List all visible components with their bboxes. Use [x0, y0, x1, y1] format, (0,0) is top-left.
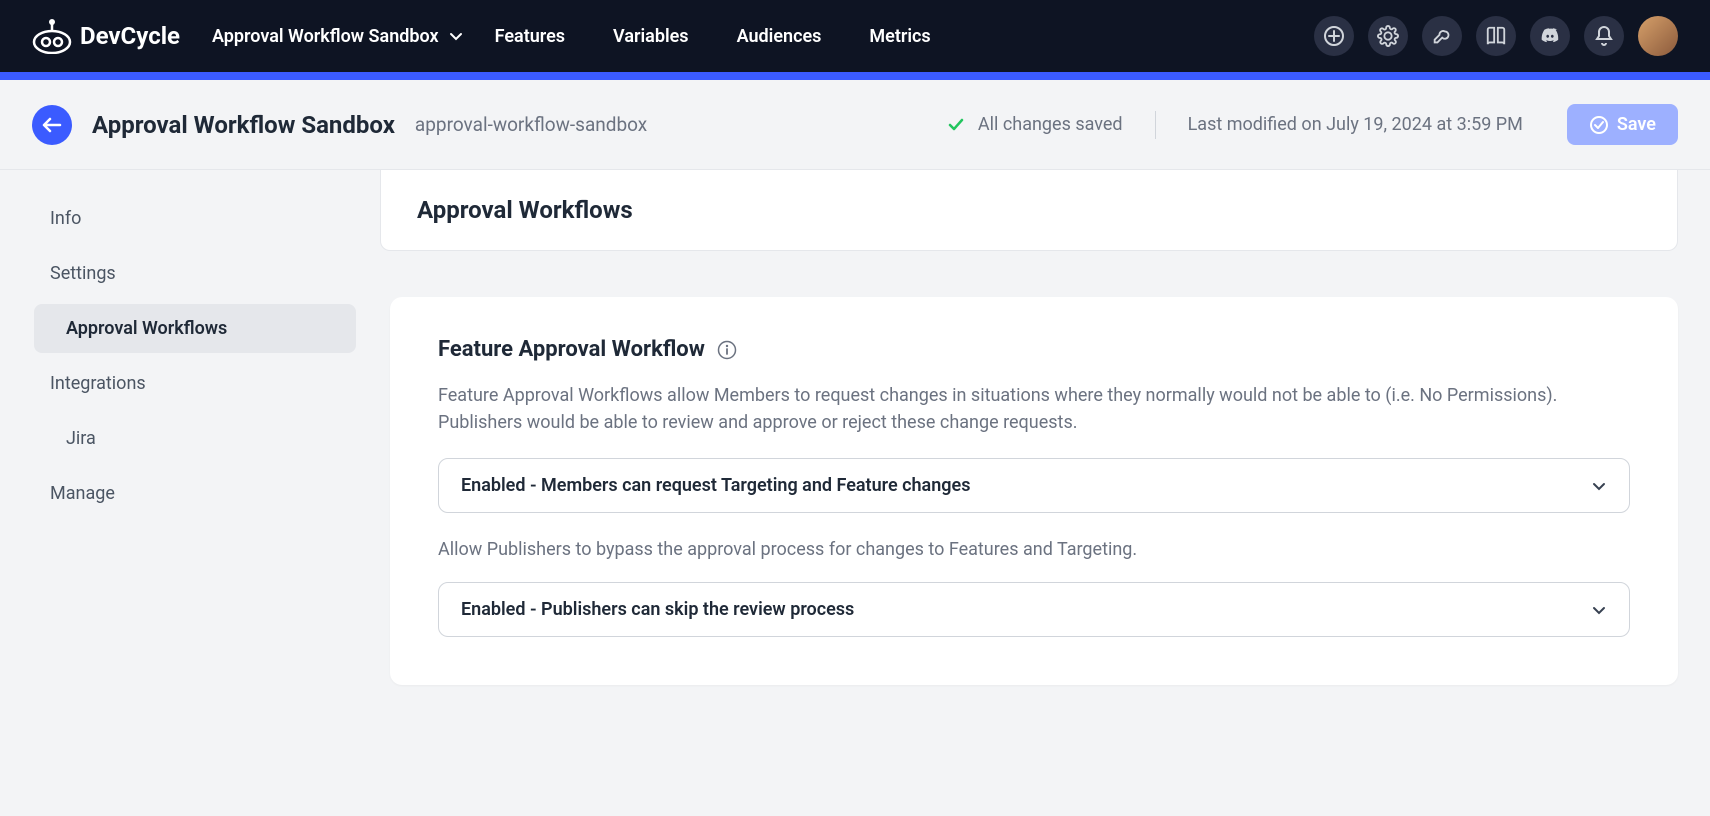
section-header: Approval Workflows [380, 170, 1678, 251]
sidebar-item-approval-workflows[interactable]: Approval Workflows [34, 304, 356, 353]
publisher-bypass-value: Enabled - Publishers can skip the review… [461, 599, 854, 620]
page-header: Approval Workflow Sandbox approval-workf… [0, 80, 1710, 170]
key-icon [1431, 25, 1453, 47]
sidebar-item-info[interactable]: Info [34, 194, 356, 243]
book-icon [1485, 25, 1507, 47]
save-button[interactable]: Save [1567, 104, 1678, 145]
body: Info Settings Approval Workflows Integra… [0, 170, 1710, 717]
user-avatar[interactable] [1638, 16, 1678, 56]
project-dropdown[interactable]: Approval Workflow Sandbox [212, 26, 463, 47]
nav-link-features[interactable]: Features [495, 26, 565, 47]
card-description: Feature Approval Workflows allow Members… [438, 382, 1630, 436]
main-content: Approval Workflows Feature Approval Work… [380, 170, 1710, 717]
logo-icon [32, 18, 72, 54]
publisher-bypass-select[interactable]: Enabled - Publishers can skip the review… [438, 582, 1630, 637]
save-status: All changes saved [946, 114, 1123, 135]
last-modified: Last modified on July 19, 2024 at 3:59 P… [1188, 114, 1523, 135]
discord-icon [1539, 25, 1561, 47]
nav-link-audiences[interactable]: Audiences [737, 26, 822, 47]
docs-button[interactable] [1476, 16, 1516, 56]
gear-icon [1377, 25, 1399, 47]
helper-text: Allow Publishers to bypass the approval … [438, 539, 1630, 560]
section-title: Approval Workflows [417, 196, 1641, 224]
nav-link-variables[interactable]: Variables [613, 26, 689, 47]
keys-button[interactable] [1422, 16, 1462, 56]
settings-button[interactable] [1368, 16, 1408, 56]
info-icon[interactable] [717, 340, 737, 360]
sidebar-item-integrations[interactable]: Integrations [34, 359, 356, 408]
chevron-down-icon [1591, 478, 1607, 494]
chevron-down-icon [1591, 602, 1607, 618]
notifications-button[interactable] [1584, 16, 1624, 56]
arrow-left-icon [42, 117, 62, 133]
sidebar-item-manage[interactable]: Manage [34, 469, 356, 518]
plus-circle-icon [1323, 25, 1345, 47]
add-button[interactable] [1314, 16, 1354, 56]
nav-links: Features Variables Audiences Metrics [495, 26, 931, 47]
check-circle-icon [1589, 115, 1609, 135]
card-title: Feature Approval Workflow [438, 337, 705, 362]
bell-icon [1594, 25, 1614, 47]
back-button[interactable] [32, 105, 72, 145]
save-status-text: All changes saved [978, 114, 1123, 135]
workflow-mode-select[interactable]: Enabled - Members can request Targeting … [438, 458, 1630, 513]
nav-link-metrics[interactable]: Metrics [869, 26, 930, 47]
header-divider [1155, 111, 1156, 139]
brand-logo[interactable]: DevCycle [32, 18, 180, 54]
sidebar-item-jira[interactable]: Jira [34, 414, 356, 463]
feature-approval-card: Feature Approval Workflow Feature Approv… [390, 297, 1678, 685]
sidebar-item-settings[interactable]: Settings [34, 249, 356, 298]
chevron-down-icon [449, 29, 463, 43]
page-slug: approval-workflow-sandbox [415, 113, 647, 136]
brand-name: DevCycle [80, 22, 180, 50]
check-icon [946, 115, 966, 135]
accent-bar [0, 72, 1710, 80]
save-button-label: Save [1617, 114, 1656, 135]
page-title: Approval Workflow Sandbox [92, 111, 395, 139]
nav-actions [1314, 16, 1678, 56]
project-name: Approval Workflow Sandbox [212, 26, 439, 47]
workflow-mode-value: Enabled - Members can request Targeting … [461, 475, 970, 496]
top-navbar: DevCycle Approval Workflow Sandbox Featu… [0, 0, 1710, 72]
discord-button[interactable] [1530, 16, 1570, 56]
sidebar: Info Settings Approval Workflows Integra… [0, 170, 380, 548]
